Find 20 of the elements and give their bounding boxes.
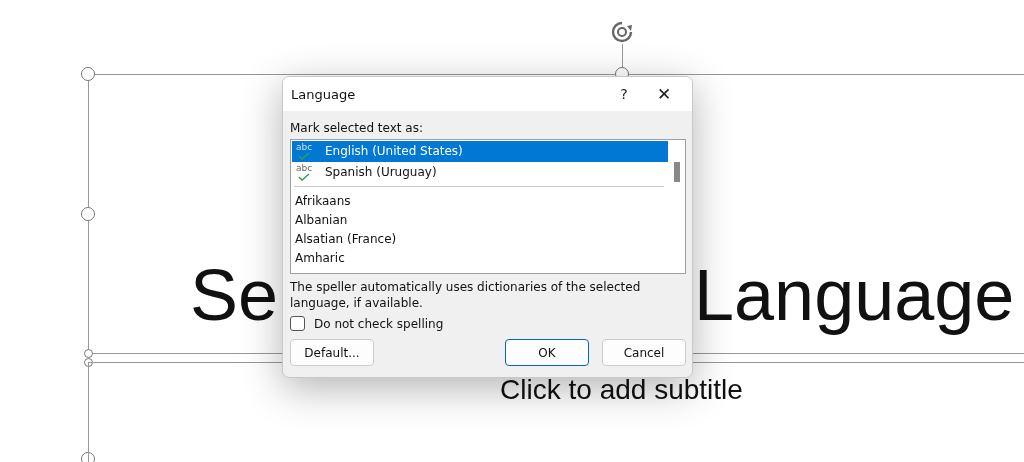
checkbox[interactable] [290,316,305,331]
language-item[interactable]: Afrikaans [292,192,668,211]
language-item[interactable]: abc Spanish (Uruguay) [292,162,668,183]
close-button[interactable]: ✕ [644,79,684,109]
language-item[interactable]: Albanian [292,211,668,230]
language-item[interactable]: Amharic [292,249,668,268]
speller-note: The speller automatically uses dictionaries of the selected language, if available. [290,279,642,311]
scrollbar-thumb[interactable] [674,162,680,182]
slide-title-text: Language [694,254,1015,337]
dialog-title: Language [291,86,357,102]
rotate-handle-icon[interactable] [610,20,634,44]
checkbox-label[interactable]: Do not check spelling [314,316,444,331]
dialog-button[interactable]: OK [505,339,589,366]
help-button[interactable]: ? [604,79,644,109]
list-label: Mark selected text as: [290,121,425,135]
slide-title-text: Se [190,254,279,337]
language-item[interactable]: abc English (United States) [292,141,668,162]
dialog-button[interactable]: Default... [290,339,374,366]
language-item[interactable]: Alsatian (France) [292,230,668,249]
dialog-button[interactable]: Cancel [602,339,686,366]
